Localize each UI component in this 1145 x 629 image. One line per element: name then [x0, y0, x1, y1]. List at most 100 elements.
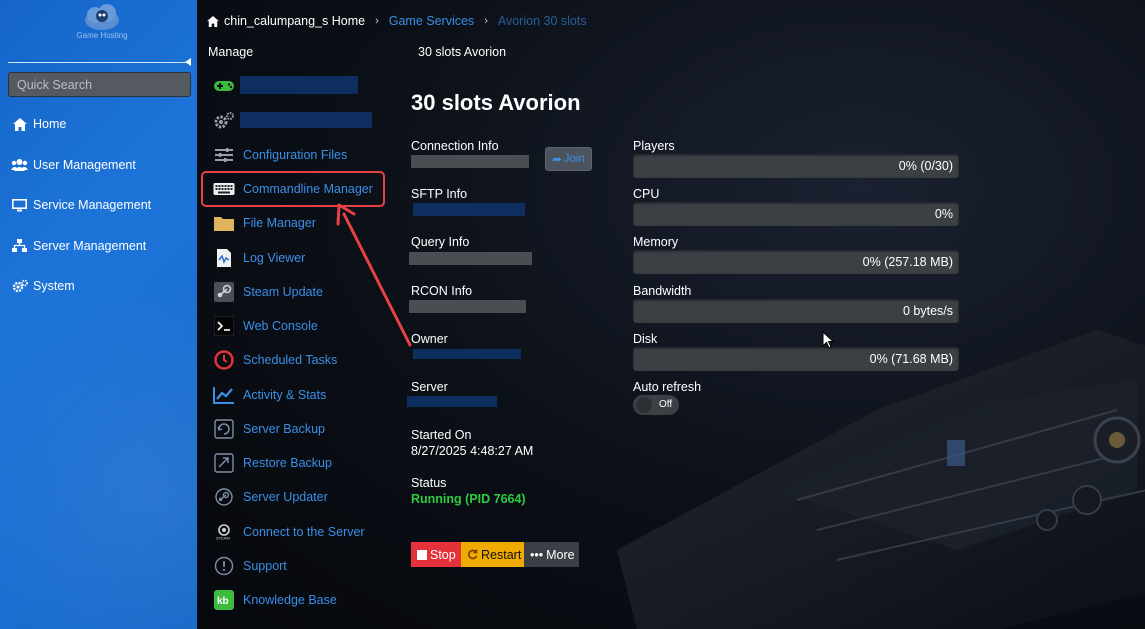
menu-item-activity-stats[interactable]: Activity & Stats — [197, 380, 397, 410]
network-icon — [11, 238, 28, 253]
collapse-arrow-icon[interactable] — [185, 58, 191, 66]
breadcrumb-home[interactable]: chin_calumpang_s Home — [224, 14, 365, 28]
auto-refresh-toggle[interactable]: Off — [633, 395, 679, 415]
redacted-query-value — [409, 252, 532, 265]
owner-label: Owner — [411, 332, 448, 346]
restore-icon — [213, 452, 235, 474]
menu-item-configuration-files[interactable]: Configuration Files — [197, 140, 397, 170]
redacted-owner-value[interactable] — [413, 349, 521, 359]
metric-cpu: CPU 0% — [633, 187, 959, 226]
join-button[interactable]: ➦ Join — [545, 147, 592, 171]
sidebar-item-home[interactable]: Home — [0, 104, 197, 145]
metric-label: Memory — [633, 235, 679, 249]
menu-item-file-manager[interactable]: File Manager — [197, 208, 397, 238]
sidebar-item-system[interactable]: System — [0, 266, 197, 307]
breadcrumb-current: Avorion 30 slots — [497, 14, 587, 28]
auto-refresh-label: Auto refresh — [633, 380, 702, 394]
keyboard-icon — [213, 178, 235, 200]
metric-bar: 0% (0/30) — [633, 154, 959, 178]
rcon-info-label: RCON Info — [411, 284, 473, 298]
home-icon[interactable] — [207, 15, 219, 27]
steam-connect-icon: STEAM — [213, 521, 235, 543]
sliders-icon — [213, 144, 235, 166]
metric-value: 0% — [934, 207, 953, 221]
menu-item-steam-update[interactable]: Steam Update — [197, 277, 397, 307]
restart-button[interactable]: Restart — [461, 542, 524, 567]
metric-bandwidth: Bandwidth 0 bytes/s — [633, 284, 959, 323]
menu-item-label: Knowledge Base — [243, 593, 337, 607]
sidebar-item-server-management[interactable]: Server Management — [0, 226, 197, 267]
backup-icon — [213, 418, 235, 440]
gamepad-icon — [213, 75, 235, 97]
sidebar-item-user-management[interactable]: User Management — [0, 145, 197, 186]
clock-icon — [213, 349, 235, 371]
users-icon — [11, 157, 28, 172]
menu-item-knowledge-base[interactable]: kb Knowledge Base — [197, 585, 397, 615]
metric-value: 0 bytes/s — [902, 304, 953, 318]
metric-players: Players 0% (0/30) — [633, 139, 959, 178]
status-label: Status — [411, 476, 447, 490]
restart-icon — [467, 549, 478, 560]
restart-label: Restart — [481, 547, 522, 562]
share-arrow-icon: ➦ — [552, 154, 562, 166]
menu-item-label: Web Console — [243, 319, 318, 333]
stop-label: Stop — [430, 547, 456, 562]
support-icon — [213, 555, 235, 577]
redacted-sftp-value — [413, 203, 525, 216]
server-label: Server — [411, 380, 448, 394]
more-label: More — [546, 547, 575, 562]
gears-icon — [213, 109, 235, 131]
toggle-state: Off — [659, 399, 673, 410]
menu-item-commandline-manager[interactable]: Commandline Manager — [201, 171, 385, 207]
menu-item-server-updater[interactable]: Server Updater — [197, 482, 397, 512]
main-panel: chin_calumpang_s Home › Game Services › … — [197, 0, 1145, 629]
manage-heading: Manage — [208, 45, 254, 59]
redacted-server-value[interactable] — [407, 396, 497, 407]
toggle-knob — [636, 397, 652, 413]
cloud-logo-icon — [85, 4, 119, 30]
menu-item-scheduled-tasks[interactable]: Scheduled Tasks — [197, 345, 397, 375]
stop-icon — [417, 549, 427, 560]
menu-item-support[interactable]: Support — [197, 551, 397, 581]
redacted-label — [240, 76, 358, 94]
folder-icon — [213, 212, 235, 234]
menu-item-label: Commandline Manager — [243, 182, 373, 196]
metric-value: 0% (257.18 MB) — [862, 255, 953, 269]
menu-item-label: Activity & Stats — [243, 388, 327, 402]
chevron-right-icon: › — [375, 15, 379, 27]
sidebar-item-label: Service Management — [33, 198, 152, 213]
menu-item-server-backup[interactable]: Server Backup — [197, 414, 397, 444]
menu-item-log-viewer[interactable]: Log Viewer — [197, 243, 397, 273]
chart-icon — [213, 384, 235, 406]
redacted-rcon-value — [409, 300, 526, 313]
query-info-label: Query Info — [411, 235, 470, 249]
metric-memory: Memory 0% (257.18 MB) — [633, 235, 959, 274]
breadcrumb: chin_calumpang_s Home › Game Services › … — [197, 0, 1145, 42]
sidebar: Game Hosting Home User Management Servic… — [0, 0, 197, 629]
chevron-right-icon: › — [484, 15, 488, 27]
menu-item-label: Log Viewer — [243, 251, 306, 265]
sidebar-item-label: Home — [33, 117, 67, 132]
menu-item-web-console[interactable]: Web Console — [197, 311, 397, 341]
menu-item-connect-to-server[interactable]: STEAM Connect to the Server — [197, 517, 397, 547]
logo[interactable]: Game Hosting — [70, 2, 134, 44]
menu-item-restore-backup[interactable]: Restore Backup — [197, 448, 397, 478]
service-name: 30 slots Avorion — [418, 45, 507, 59]
connection-info-label: Connection Info — [411, 139, 499, 153]
quick-search-input[interactable] — [8, 72, 191, 97]
sidebar-item-label: Server Management — [33, 238, 147, 253]
subheader: Manage 30 slots Avorion — [197, 42, 1145, 62]
stop-button[interactable]: Stop — [411, 542, 461, 567]
updater-icon — [213, 486, 235, 508]
metric-bar: 0% — [633, 202, 959, 226]
sidebar-nav: Home User Management Service Management … — [0, 104, 197, 307]
redacted-label — [240, 112, 372, 128]
menu-item-label: Steam Update — [243, 285, 323, 299]
more-button[interactable]: ••• More — [524, 542, 579, 567]
breadcrumb-game-services[interactable]: Game Services — [389, 14, 474, 28]
menu-item-label: Server Backup — [243, 422, 325, 436]
menu-item-label: Connect to the Server — [243, 525, 365, 539]
started-on-value: 8/27/2025 4:48:27 AM — [411, 444, 534, 458]
sidebar-item-service-management[interactable]: Service Management — [0, 185, 197, 226]
metric-value: 0% (0/30) — [898, 159, 953, 173]
